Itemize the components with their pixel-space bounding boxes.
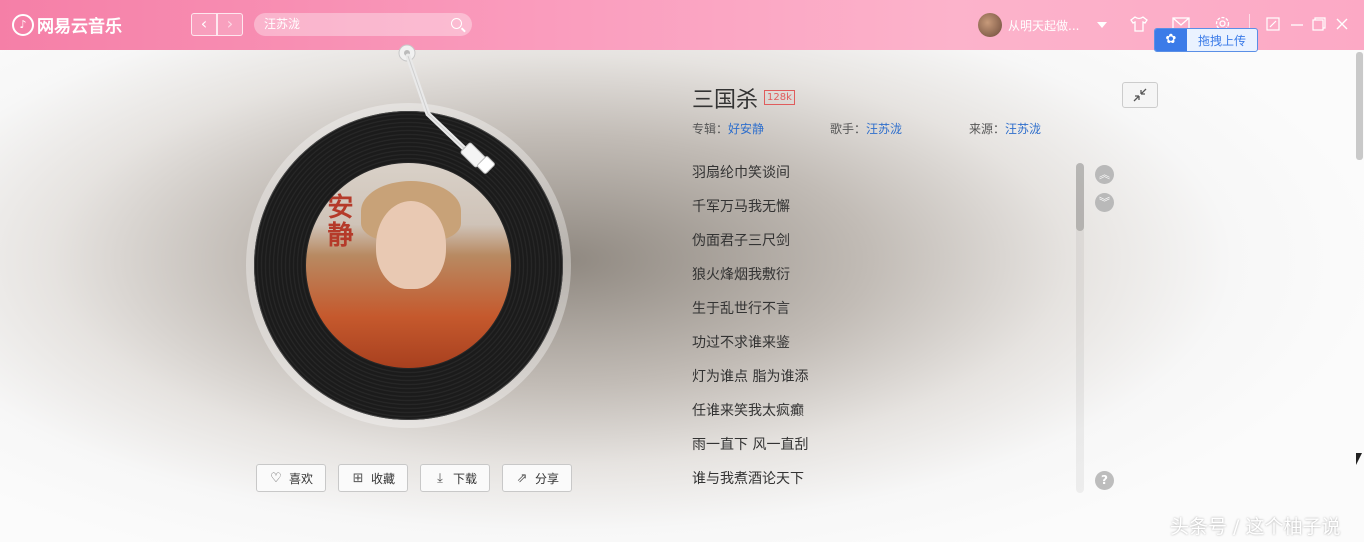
lyrics-down-icon[interactable]: ︾: [1095, 193, 1114, 212]
drag-upload-label: 拖拽上传: [1197, 33, 1246, 48]
share-label: 分享: [535, 471, 560, 486]
share-icon: ⇗: [516, 470, 528, 486]
album-link[interactable]: 好安静: [728, 122, 764, 136]
quality-badge: 128k: [764, 90, 795, 105]
page-scrollbar[interactable]: [1356, 52, 1363, 160]
collapse-player-button[interactable]: [1122, 82, 1158, 108]
album-cover: 安静: [306, 163, 511, 368]
lyric-line: 伪面君子三尺剑: [692, 233, 790, 249]
source-label: 来源：: [969, 122, 1006, 136]
lyrics-up-icon[interactable]: ︽: [1095, 165, 1114, 184]
lyric-line: 千军万马我无懈: [692, 199, 790, 215]
source-link[interactable]: 汪苏泷: [1005, 122, 1041, 136]
artist-link[interactable]: 汪苏泷: [866, 122, 902, 136]
collect-button[interactable]: ⊞ 收藏: [338, 464, 409, 492]
back-button[interactable]: ‹: [191, 13, 217, 36]
help-icon[interactable]: ?: [1095, 471, 1114, 490]
mini-mode-icon[interactable]: [1266, 17, 1280, 31]
tonearm-icon[interactable]: [398, 44, 508, 184]
lyrics-panel: 羽扇纶巾笑谈间 千军万马我无懈 伪面君子三尺剑 狼火烽烟我敷衍 生于乱世行不言 …: [692, 158, 1072, 498]
app-name: 网易云音乐: [37, 17, 122, 37]
search-icon[interactable]: [451, 18, 462, 29]
cover-face: [376, 201, 446, 289]
skin-icon[interactable]: [1130, 15, 1148, 33]
artist-info: 歌手：汪苏泷: [830, 120, 902, 137]
lyrics-scrollbar[interactable]: [1076, 163, 1084, 493]
cloud-upload-icon: ✿: [1155, 29, 1187, 51]
cover-title: 安静: [323, 193, 353, 249]
like-label: 喜欢: [289, 471, 314, 486]
lyric-line: 谁与我煮酒论天下: [692, 471, 804, 487]
source-info: 来源：汪苏泷: [969, 120, 1041, 137]
avatar[interactable]: [978, 13, 1002, 37]
mouse-cursor-icon: [1356, 453, 1362, 465]
album-label: 专辑：: [692, 122, 729, 136]
maximize-icon[interactable]: [1312, 17, 1326, 31]
like-button[interactable]: ♡ 喜欢: [256, 464, 327, 492]
heart-icon: ♡: [270, 470, 282, 486]
lyric-line: 生于乱世行不言: [692, 301, 790, 317]
song-actions: ♡ 喜欢 ⊞ 收藏 ⤓ 下载 ⇗ 分享: [256, 464, 584, 492]
netease-music-icon: ♪: [12, 13, 34, 36]
artist-label: 歌手：: [830, 122, 867, 136]
forward-button[interactable]: ›: [217, 13, 243, 36]
song-title: 三国杀: [692, 88, 759, 113]
search-box[interactable]: [254, 13, 472, 36]
chevron-down-icon[interactable]: [1097, 22, 1107, 28]
lyric-line: 羽扇纶巾笑谈间: [692, 165, 790, 181]
collect-label: 收藏: [371, 471, 396, 486]
lyric-line: 灯为谁点 脂为谁添: [692, 369, 809, 385]
download-icon: ⤓: [437, 470, 443, 486]
lyric-line: 雨一直下 风一直刮: [692, 437, 809, 453]
download-button[interactable]: ⤓ 下载: [420, 464, 491, 492]
close-icon[interactable]: [1335, 17, 1349, 31]
shrink-icon: [1133, 88, 1147, 102]
folder-add-icon: ⊞: [352, 470, 364, 486]
share-button[interactable]: ⇗ 分享: [502, 464, 573, 492]
lyrics-scroll-thumb[interactable]: [1076, 163, 1084, 231]
app-logo[interactable]: ♪ 网易云音乐: [12, 12, 122, 37]
album-info: 专辑：好安静: [692, 120, 764, 137]
download-label: 下载: [453, 471, 478, 486]
lyric-line: 任谁来笑我太疯癫: [692, 403, 804, 419]
watermark: 头条号 / 这个柚子说: [1170, 516, 1341, 538]
lyric-line: 功过不求谁来鉴: [692, 335, 790, 351]
username[interactable]: 从明天起做...: [1008, 17, 1079, 34]
lyric-line: 狼火烽烟我敷衍: [692, 267, 790, 283]
minimize-icon[interactable]: [1290, 17, 1304, 31]
search-input[interactable]: [264, 16, 434, 31]
drag-upload-button[interactable]: ✿ 拖拽上传: [1154, 28, 1258, 52]
